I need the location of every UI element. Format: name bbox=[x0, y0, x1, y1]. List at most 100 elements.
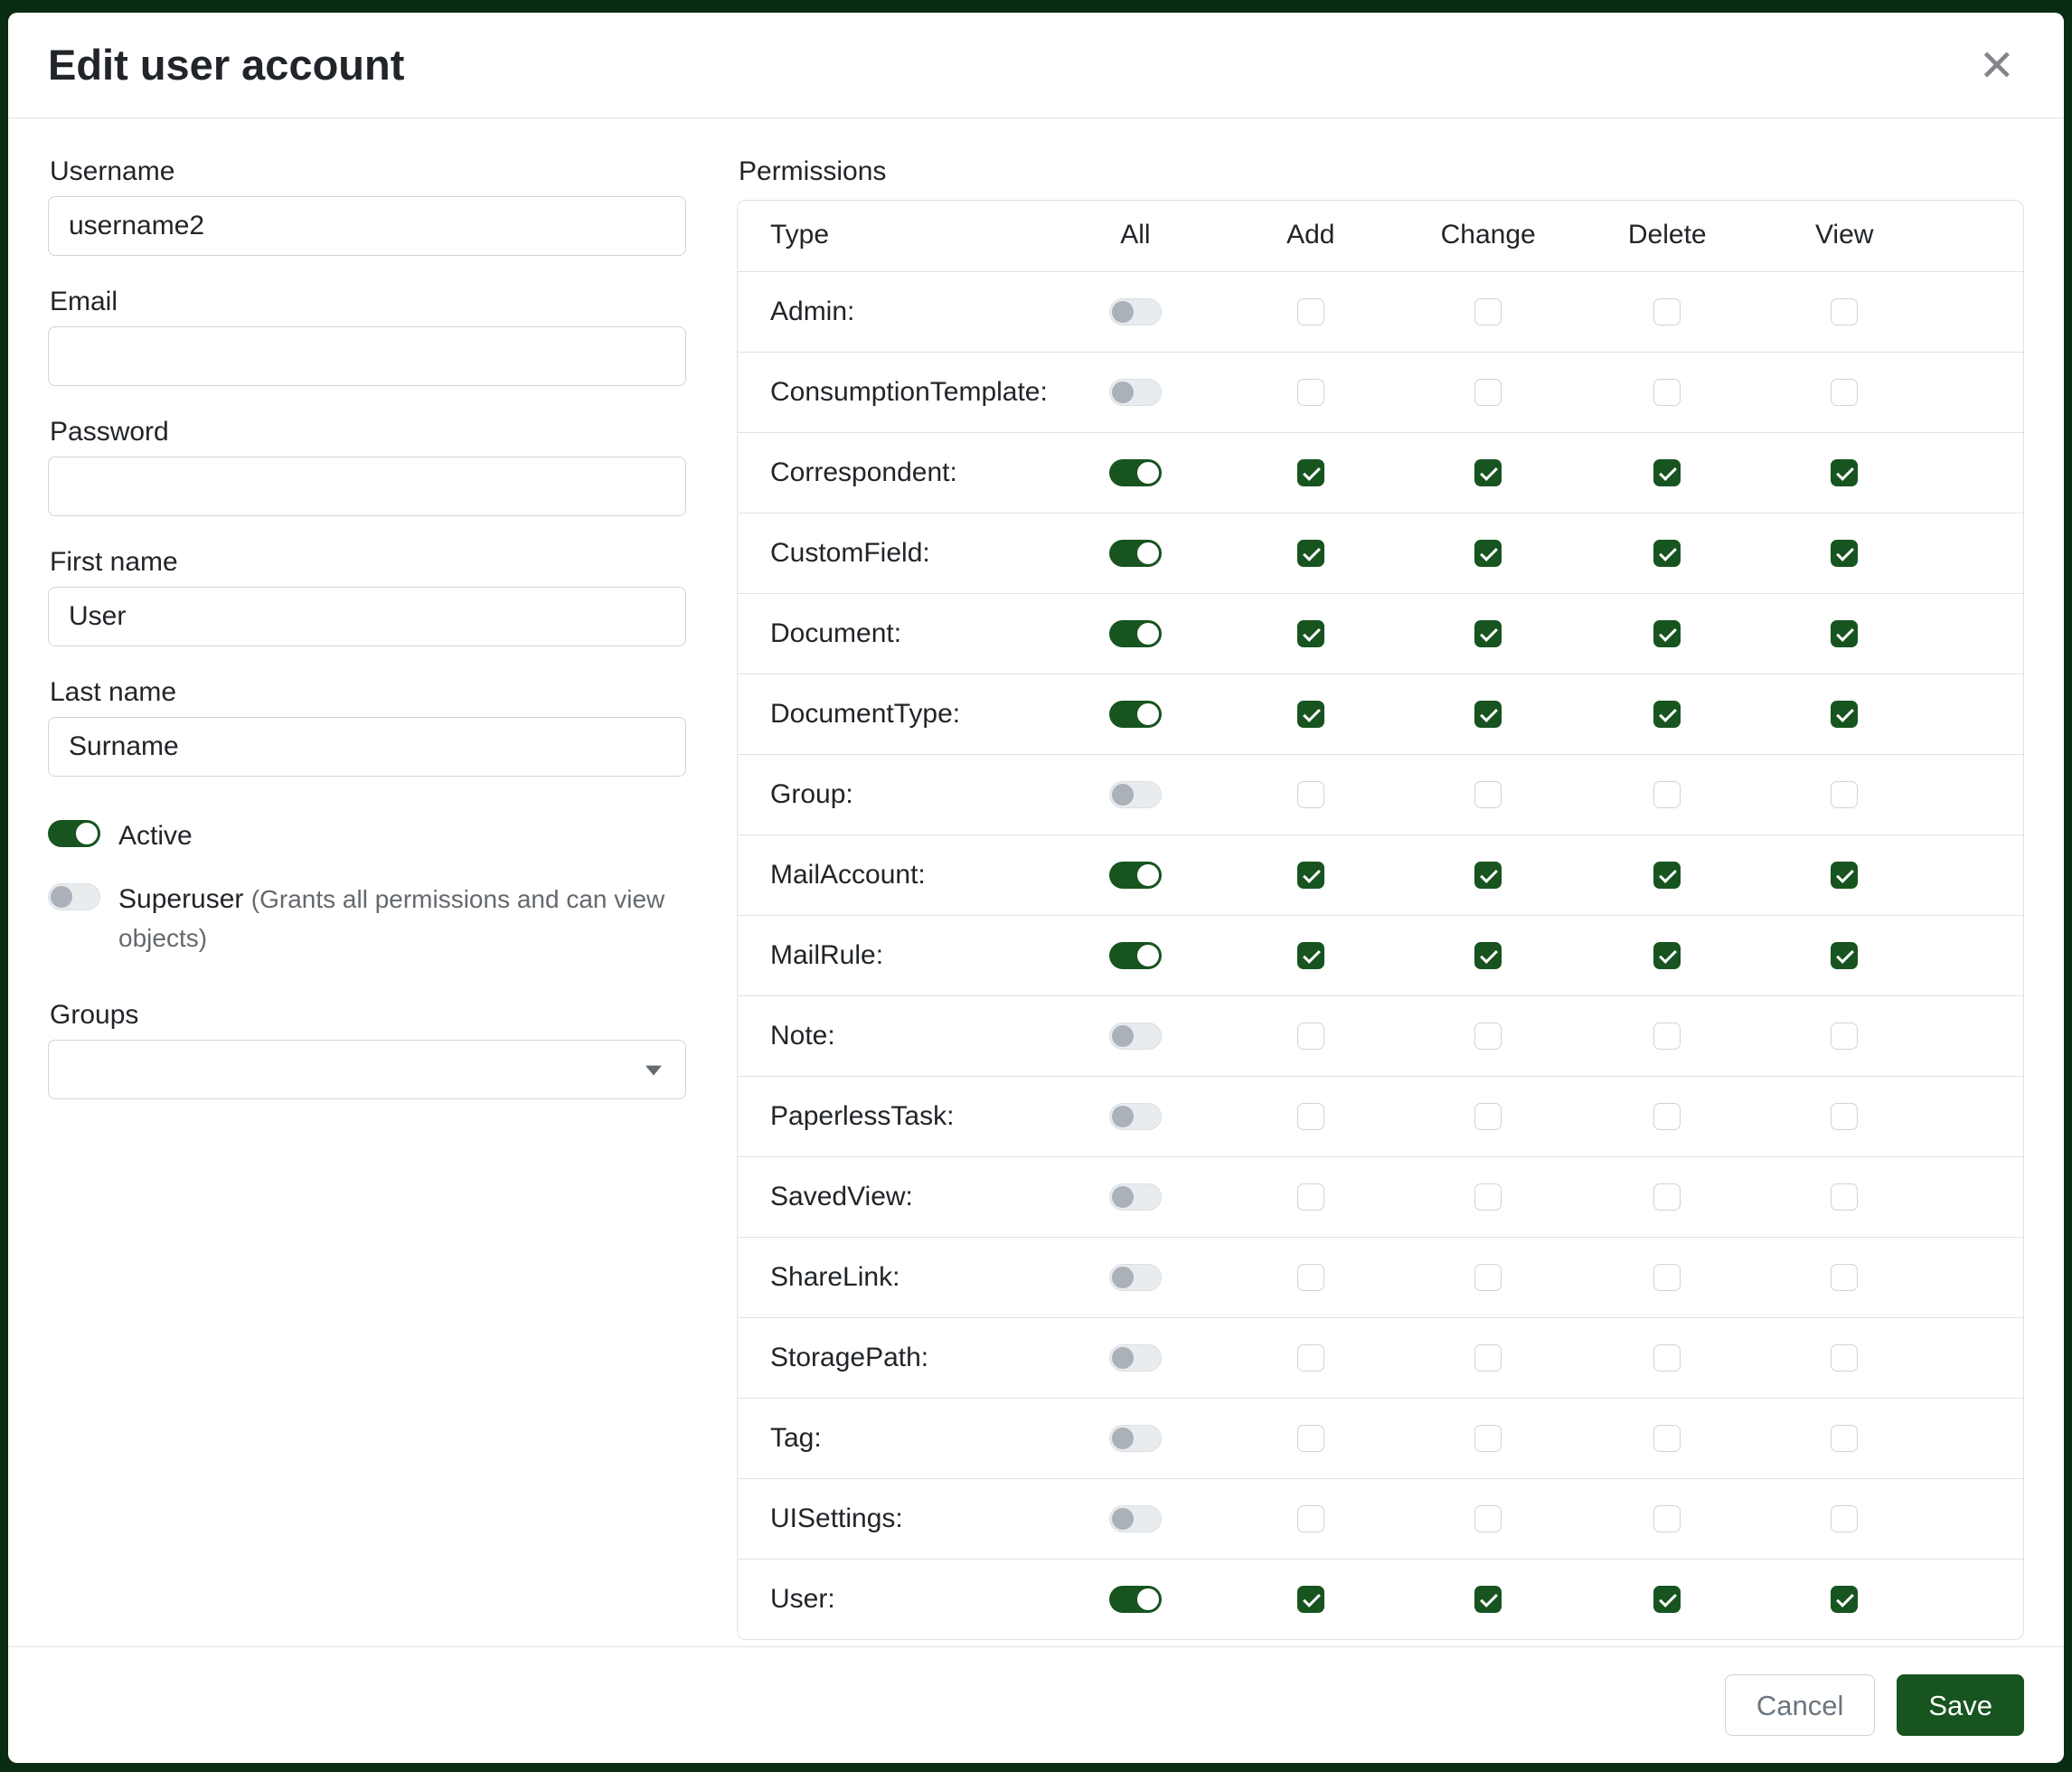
permission-all-toggle[interactable] bbox=[1109, 1344, 1162, 1371]
permission-add-checkbox[interactable] bbox=[1297, 298, 1324, 325]
groups-select[interactable] bbox=[48, 1040, 686, 1099]
permission-add-checkbox[interactable] bbox=[1297, 379, 1324, 406]
permission-all-toggle[interactable] bbox=[1109, 942, 1162, 969]
permission-delete-checkbox[interactable] bbox=[1653, 1183, 1681, 1211]
permission-delete-checkbox[interactable] bbox=[1653, 1344, 1681, 1371]
close-button[interactable]: ✕ bbox=[1970, 40, 2024, 94]
email-input[interactable] bbox=[48, 326, 686, 386]
permission-change-checkbox[interactable] bbox=[1474, 1425, 1502, 1452]
permission-view-checkbox[interactable] bbox=[1831, 781, 1858, 808]
permission-all-toggle[interactable] bbox=[1109, 620, 1162, 647]
permission-change-checkbox[interactable] bbox=[1474, 862, 1502, 889]
permission-change-checkbox[interactable] bbox=[1474, 1264, 1502, 1291]
permission-all-toggle[interactable] bbox=[1109, 1183, 1162, 1211]
permission-add-checkbox[interactable] bbox=[1297, 540, 1324, 567]
permission-view-checkbox[interactable] bbox=[1831, 459, 1858, 486]
permission-change-checkbox[interactable] bbox=[1474, 379, 1502, 406]
permission-delete-checkbox[interactable] bbox=[1653, 620, 1681, 647]
permission-change-checkbox[interactable] bbox=[1474, 620, 1502, 647]
permission-all-toggle[interactable] bbox=[1109, 1264, 1162, 1291]
permission-add-checkbox[interactable] bbox=[1297, 1183, 1324, 1211]
permission-delete-checkbox[interactable] bbox=[1653, 298, 1681, 325]
permission-view-checkbox[interactable] bbox=[1831, 540, 1858, 567]
permission-view-checkbox[interactable] bbox=[1831, 1505, 1858, 1532]
permission-all-toggle[interactable] bbox=[1109, 1505, 1162, 1532]
permission-view-checkbox[interactable] bbox=[1831, 379, 1858, 406]
permission-add-checkbox[interactable] bbox=[1297, 1103, 1324, 1130]
permission-add-checkbox[interactable] bbox=[1297, 1023, 1324, 1050]
permission-all-toggle[interactable] bbox=[1109, 459, 1162, 486]
permission-add-checkbox[interactable] bbox=[1297, 1505, 1324, 1532]
first-name-field-group: First name bbox=[48, 547, 686, 646]
permission-all-toggle[interactable] bbox=[1109, 1586, 1162, 1613]
permission-view-checkbox[interactable] bbox=[1831, 701, 1858, 728]
permission-delete-checkbox[interactable] bbox=[1653, 1425, 1681, 1452]
permission-add-checkbox[interactable] bbox=[1297, 1586, 1324, 1613]
permission-view-checkbox[interactable] bbox=[1831, 620, 1858, 647]
permission-add-checkbox[interactable] bbox=[1297, 701, 1324, 728]
permission-view-checkbox[interactable] bbox=[1831, 1183, 1858, 1211]
permission-change-checkbox[interactable] bbox=[1474, 459, 1502, 486]
permission-view-checkbox[interactable] bbox=[1831, 862, 1858, 889]
last-name-input[interactable] bbox=[48, 717, 686, 777]
permission-all-toggle[interactable] bbox=[1109, 862, 1162, 889]
permission-view-checkbox[interactable] bbox=[1831, 1264, 1858, 1291]
permission-add-checkbox[interactable] bbox=[1297, 620, 1324, 647]
permission-delete-checkbox[interactable] bbox=[1653, 862, 1681, 889]
permission-view-checkbox[interactable] bbox=[1831, 1344, 1858, 1371]
permission-all-toggle[interactable] bbox=[1109, 379, 1162, 406]
permission-all-toggle[interactable] bbox=[1109, 701, 1162, 728]
permission-delete-checkbox[interactable] bbox=[1653, 1023, 1681, 1050]
permission-view-checkbox[interactable] bbox=[1831, 298, 1858, 325]
permission-delete-checkbox[interactable] bbox=[1653, 379, 1681, 406]
username-input[interactable] bbox=[48, 196, 686, 256]
toggle-knob bbox=[1112, 1267, 1134, 1288]
permission-add-checkbox[interactable] bbox=[1297, 1264, 1324, 1291]
permission-all-toggle[interactable] bbox=[1109, 540, 1162, 567]
permission-change-checkbox[interactable] bbox=[1474, 781, 1502, 808]
permission-add-checkbox[interactable] bbox=[1297, 1425, 1324, 1452]
permission-add-checkbox[interactable] bbox=[1297, 862, 1324, 889]
permission-change-checkbox[interactable] bbox=[1474, 1023, 1502, 1050]
permission-delete-checkbox[interactable] bbox=[1653, 1586, 1681, 1613]
permission-view-checkbox[interactable] bbox=[1831, 1023, 1858, 1050]
permission-view-checkbox[interactable] bbox=[1831, 1586, 1858, 1613]
permission-all-toggle[interactable] bbox=[1109, 1103, 1162, 1130]
permission-add-checkbox[interactable] bbox=[1297, 781, 1324, 808]
permission-add-checkbox[interactable] bbox=[1297, 1344, 1324, 1371]
permission-delete-checkbox[interactable] bbox=[1653, 459, 1681, 486]
permission-delete-checkbox[interactable] bbox=[1653, 942, 1681, 969]
permission-type-label: MailAccount: bbox=[738, 835, 1048, 916]
permission-delete-checkbox[interactable] bbox=[1653, 781, 1681, 808]
permission-view-checkbox[interactable] bbox=[1831, 942, 1858, 969]
permission-change-checkbox[interactable] bbox=[1474, 701, 1502, 728]
superuser-toggle[interactable] bbox=[48, 883, 100, 910]
permission-add-checkbox[interactable] bbox=[1297, 459, 1324, 486]
first-name-input[interactable] bbox=[48, 587, 686, 646]
permission-delete-checkbox[interactable] bbox=[1653, 1505, 1681, 1532]
permission-all-toggle[interactable] bbox=[1109, 298, 1162, 325]
password-input[interactable] bbox=[48, 457, 686, 516]
cancel-button[interactable]: Cancel bbox=[1725, 1674, 1876, 1736]
permission-view-checkbox[interactable] bbox=[1831, 1103, 1858, 1130]
permission-delete-checkbox[interactable] bbox=[1653, 701, 1681, 728]
active-toggle[interactable] bbox=[48, 820, 100, 847]
permission-change-checkbox[interactable] bbox=[1474, 298, 1502, 325]
permission-view-checkbox[interactable] bbox=[1831, 1425, 1858, 1452]
permission-change-checkbox[interactable] bbox=[1474, 1103, 1502, 1130]
permission-delete-checkbox[interactable] bbox=[1653, 1103, 1681, 1130]
permission-change-checkbox[interactable] bbox=[1474, 1344, 1502, 1371]
permission-all-toggle[interactable] bbox=[1109, 1023, 1162, 1050]
permission-add-checkbox[interactable] bbox=[1297, 942, 1324, 969]
permission-delete-checkbox[interactable] bbox=[1653, 1264, 1681, 1291]
permission-change-checkbox[interactable] bbox=[1474, 1586, 1502, 1613]
permission-change-checkbox[interactable] bbox=[1474, 1505, 1502, 1532]
permission-type-label: User: bbox=[738, 1560, 1048, 1640]
save-button[interactable]: Save bbox=[1897, 1674, 2024, 1736]
permission-delete-checkbox[interactable] bbox=[1653, 540, 1681, 567]
permission-all-toggle[interactable] bbox=[1109, 781, 1162, 808]
permission-all-toggle[interactable] bbox=[1109, 1425, 1162, 1452]
permission-change-checkbox[interactable] bbox=[1474, 942, 1502, 969]
permission-change-checkbox[interactable] bbox=[1474, 540, 1502, 567]
permission-change-checkbox[interactable] bbox=[1474, 1183, 1502, 1211]
